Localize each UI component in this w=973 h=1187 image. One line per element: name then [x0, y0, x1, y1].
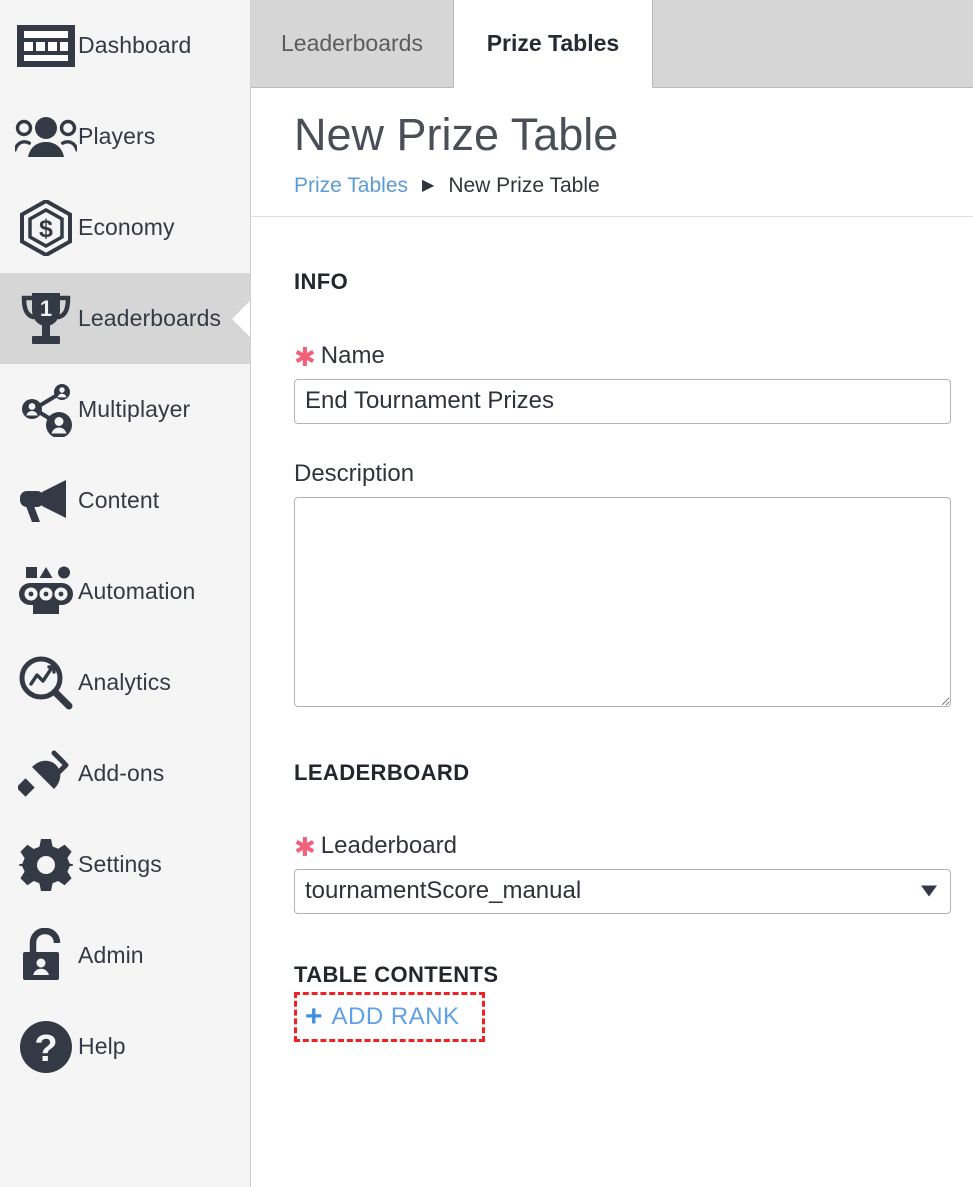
sidebar-item-label: Leaderboards: [78, 305, 222, 331]
sidebar-item-leaderboards[interactable]: 1 Leaderboards: [0, 273, 250, 364]
sidebar-item-label: Add-ons: [78, 760, 165, 786]
required-asterisk-icon: ✱: [294, 831, 316, 862]
sidebar-item-label: Automation: [78, 578, 196, 604]
sidebar-item-label: Multiplayer: [78, 396, 191, 422]
name-label-text: Name: [320, 341, 385, 369]
economy-icon: $: [14, 199, 78, 256]
add-rank-label: ADD RANK: [331, 1002, 460, 1030]
plug-icon: [14, 747, 78, 801]
megaphone-icon: [14, 478, 78, 524]
description-textarea[interactable]: [294, 496, 951, 707]
sidebar-item-label: Admin: [78, 942, 144, 968]
sidebar-item-admin[interactable]: Admin: [0, 910, 250, 1001]
section-title-info: INFO: [294, 268, 349, 294]
breadcrumb-link-prize-tables[interactable]: Prize Tables: [294, 174, 408, 198]
leaderboard-select-wrapper: [294, 868, 951, 914]
tab-label: Leaderboards: [281, 29, 423, 56]
app-root: Dashboard Players $ Economy 1 Leaderboar…: [0, 0, 973, 1187]
sidebar-item-label: Dashboard: [78, 32, 192, 58]
description-field-label: Description: [294, 460, 950, 488]
breadcrumb: Prize Tables ▶ New Prize Table: [294, 174, 973, 198]
svg-text:1: 1: [40, 296, 52, 321]
dashboard-icon: [14, 24, 78, 68]
add-rank-button[interactable]: + ADD RANK: [305, 1000, 460, 1034]
sidebar-item-players[interactable]: Players: [0, 91, 250, 182]
multiplayer-icon: [14, 383, 78, 437]
sidebar-item-label: Analytics: [78, 669, 171, 695]
name-field-label: ✱ Name: [294, 341, 950, 370]
svg-text:?: ?: [34, 1028, 57, 1070]
sidebar-item-settings[interactable]: Settings: [0, 819, 250, 910]
add-rank-highlight-box: + ADD RANK: [294, 991, 485, 1042]
tab-prize-tables[interactable]: Prize Tables: [452, 0, 653, 88]
gear-icon: [14, 838, 78, 892]
sidebar: Dashboard Players $ Economy 1 Leaderboar…: [0, 0, 251, 1187]
trophy-icon: 1: [14, 290, 78, 348]
main-content: Leaderboards Prize Tables New Prize Tabl…: [251, 0, 973, 1187]
sidebar-item-label: Players: [78, 123, 156, 149]
sidebar-item-label: Settings: [78, 851, 162, 877]
sidebar-item-addons[interactable]: Add-ons: [0, 728, 250, 819]
tab-leaderboards[interactable]: Leaderboards: [251, 0, 453, 87]
sidebar-item-label: Help: [78, 1033, 126, 1059]
players-icon: [14, 116, 78, 158]
section-title-leaderboard: LEADERBOARD: [294, 759, 470, 785]
sidebar-item-label: Content: [78, 487, 160, 513]
sidebar-item-analytics[interactable]: Analytics: [0, 637, 250, 728]
leaderboard-field-label: ✱ Leaderboard: [294, 831, 950, 860]
prize-table-form: INFO ✱ Name Description LEADERBOARD ✱ Le…: [251, 269, 973, 1042]
required-asterisk-icon: ✱: [294, 341, 316, 372]
svg-text:$: $: [39, 215, 53, 243]
tab-label: Prize Tables: [486, 30, 620, 56]
tab-bar: Leaderboards Prize Tables: [251, 0, 973, 88]
description-label-text: Description: [294, 459, 415, 487]
breadcrumb-separator-icon: ▶: [422, 176, 435, 194]
sidebar-item-label: Economy: [78, 214, 175, 240]
name-input[interactable]: [294, 378, 951, 424]
sidebar-item-content[interactable]: Content: [0, 455, 250, 546]
sidebar-item-help[interactable]: ? Help: [0, 1001, 250, 1092]
magnifier-chart-icon: [14, 656, 78, 710]
question-circle-icon: ?: [14, 1020, 78, 1074]
sidebar-item-dashboard[interactable]: Dashboard: [0, 0, 250, 91]
page-header: New Prize Table Prize Tables ▶ New Prize…: [251, 88, 973, 217]
leaderboard-label-text: Leaderboard: [320, 831, 457, 859]
sidebar-item-automation[interactable]: Automation: [0, 546, 250, 637]
automation-icon: [14, 566, 78, 618]
leaderboard-select[interactable]: [294, 868, 951, 914]
sidebar-item-economy[interactable]: $ Economy: [0, 182, 250, 273]
section-title-table-contents: TABLE CONTENTS: [294, 961, 499, 987]
page-title: New Prize Table: [294, 109, 619, 160]
sidebar-item-multiplayer[interactable]: Multiplayer: [0, 364, 250, 455]
breadcrumb-current: New Prize Table: [448, 173, 600, 197]
plus-icon: +: [305, 999, 323, 1033]
lock-user-icon: [14, 927, 78, 984]
